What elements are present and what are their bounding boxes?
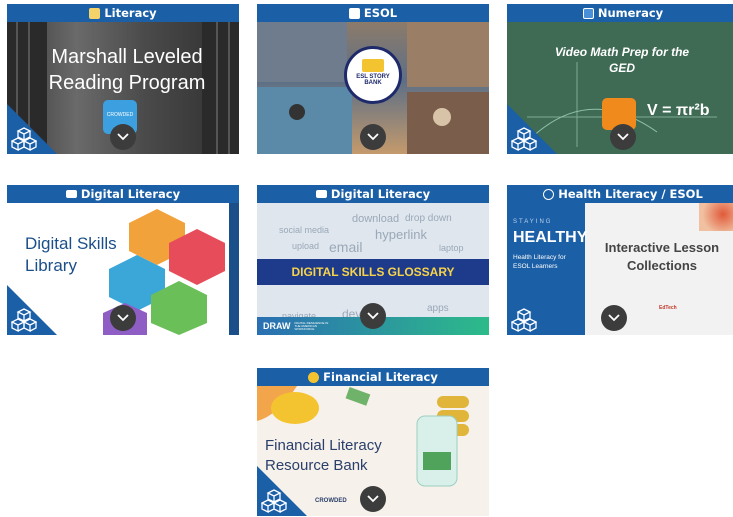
cubes-icon — [11, 308, 37, 332]
chevron-down-icon — [617, 133, 629, 141]
card-category: ESOL — [363, 6, 398, 20]
calculator-icon — [582, 7, 594, 19]
card-category: Financial Literacy — [323, 370, 438, 384]
book-icon — [89, 7, 101, 19]
card-image-title: Interactive Lesson Collections — [604, 240, 720, 273]
formula-text: V = πr²b — [647, 102, 710, 119]
money-bag-icon — [308, 371, 320, 383]
cubes-icon — [261, 489, 287, 513]
chevron-down-icon — [367, 312, 379, 320]
card-header: Numeracy — [507, 4, 733, 22]
resource-card-digital-skills-library[interactable]: Digital Literacy Digital Skills Library — [7, 185, 239, 335]
card-header: ESOL — [257, 4, 489, 22]
card-header: Financial Literacy — [257, 368, 489, 386]
card-header: Literacy — [7, 4, 239, 22]
resource-card-esol[interactable]: ESOL ESL STORY BANK — [257, 4, 489, 154]
resource-card-health-literacy[interactable]: Health Literacy / ESOL STAYING HEALTHY H… — [507, 185, 733, 335]
card-image: download drop down social media hyperlin… — [257, 203, 489, 335]
chevron-down-icon — [117, 133, 129, 141]
expand-button[interactable] — [360, 124, 386, 150]
card-image: Digital Skills Library — [7, 203, 239, 335]
partner-logo: EdTech — [659, 305, 677, 311]
resource-card-numeracy[interactable]: Numeracy Video Math Prep for the GED V =… — [507, 4, 733, 154]
esl-story-bank-badge: ESL STORY BANK — [344, 46, 402, 104]
card-header: Health Literacy / ESOL — [507, 185, 733, 203]
chevron-down-icon — [608, 314, 620, 322]
card-image-title: Marshall Leveled Reading Program — [48, 46, 206, 94]
glossary-banner: DIGITAL SKILLS GLOSSARY — [257, 259, 489, 285]
cubes-icon — [11, 127, 37, 151]
chevron-down-icon — [367, 133, 379, 141]
card-image: ESL STORY BANK — [257, 22, 489, 154]
expand-button[interactable] — [110, 305, 136, 331]
expand-button[interactable] — [600, 305, 627, 331]
card-category: Digital Literacy — [80, 187, 181, 201]
expand-button[interactable] — [360, 486, 386, 512]
produce-image — [699, 203, 733, 231]
laptop-icon — [315, 190, 327, 198]
resource-card-literacy[interactable]: Literacy Marshall Leveled Reading Progra… — [7, 4, 239, 154]
open-book-icon — [362, 59, 384, 72]
card-category: Literacy — [104, 6, 157, 20]
crowded-logo: CROWDED — [315, 498, 347, 504]
cubes-icon — [511, 127, 537, 151]
card-image-title: ESL STORY BANK — [356, 74, 390, 86]
card-image: STAYING HEALTHY Health Literacy for ESOL… — [507, 203, 733, 335]
cubes-icon — [511, 308, 537, 332]
card-image: Marshall Leveled Reading Program CROWDED — [7, 22, 239, 154]
resource-card-digital-skills-glossary[interactable]: Digital Literacy download drop down soci… — [257, 185, 489, 335]
expand-button[interactable] — [610, 124, 636, 150]
card-image: Financial Literacy Resource Bank CROWDED — [257, 386, 489, 516]
card-image-title: Video Math Prep for the GED — [554, 45, 690, 75]
card-header: Digital Literacy — [7, 185, 239, 203]
card-category: Numeracy — [597, 6, 664, 20]
laptop-icon — [65, 190, 77, 198]
expand-button[interactable] — [110, 124, 136, 150]
card-image: Video Math Prep for the GED V = πr²b — [507, 22, 733, 154]
card-image-title: DIGITAL SKILLS GLOSSARY — [291, 265, 455, 279]
chevron-down-icon — [367, 495, 379, 503]
expand-button[interactable] — [360, 303, 386, 329]
draw-tagline: DIGITAL RESILIENCE IN THE AMERICAN WORKF… — [294, 320, 329, 331]
stethoscope-icon — [543, 188, 555, 200]
card-header: Digital Literacy — [257, 185, 489, 203]
chevron-down-icon — [117, 314, 129, 322]
card-category: Digital Literacy — [330, 187, 431, 201]
resource-card-financial-literacy[interactable]: Financial Literacy Financial Literacy Re… — [257, 368, 489, 516]
card-category: Health Literacy / ESOL — [558, 187, 703, 201]
blue-side-band — [229, 203, 239, 335]
chat-icon — [348, 7, 360, 19]
draw-logo: DRAW — [263, 321, 291, 331]
